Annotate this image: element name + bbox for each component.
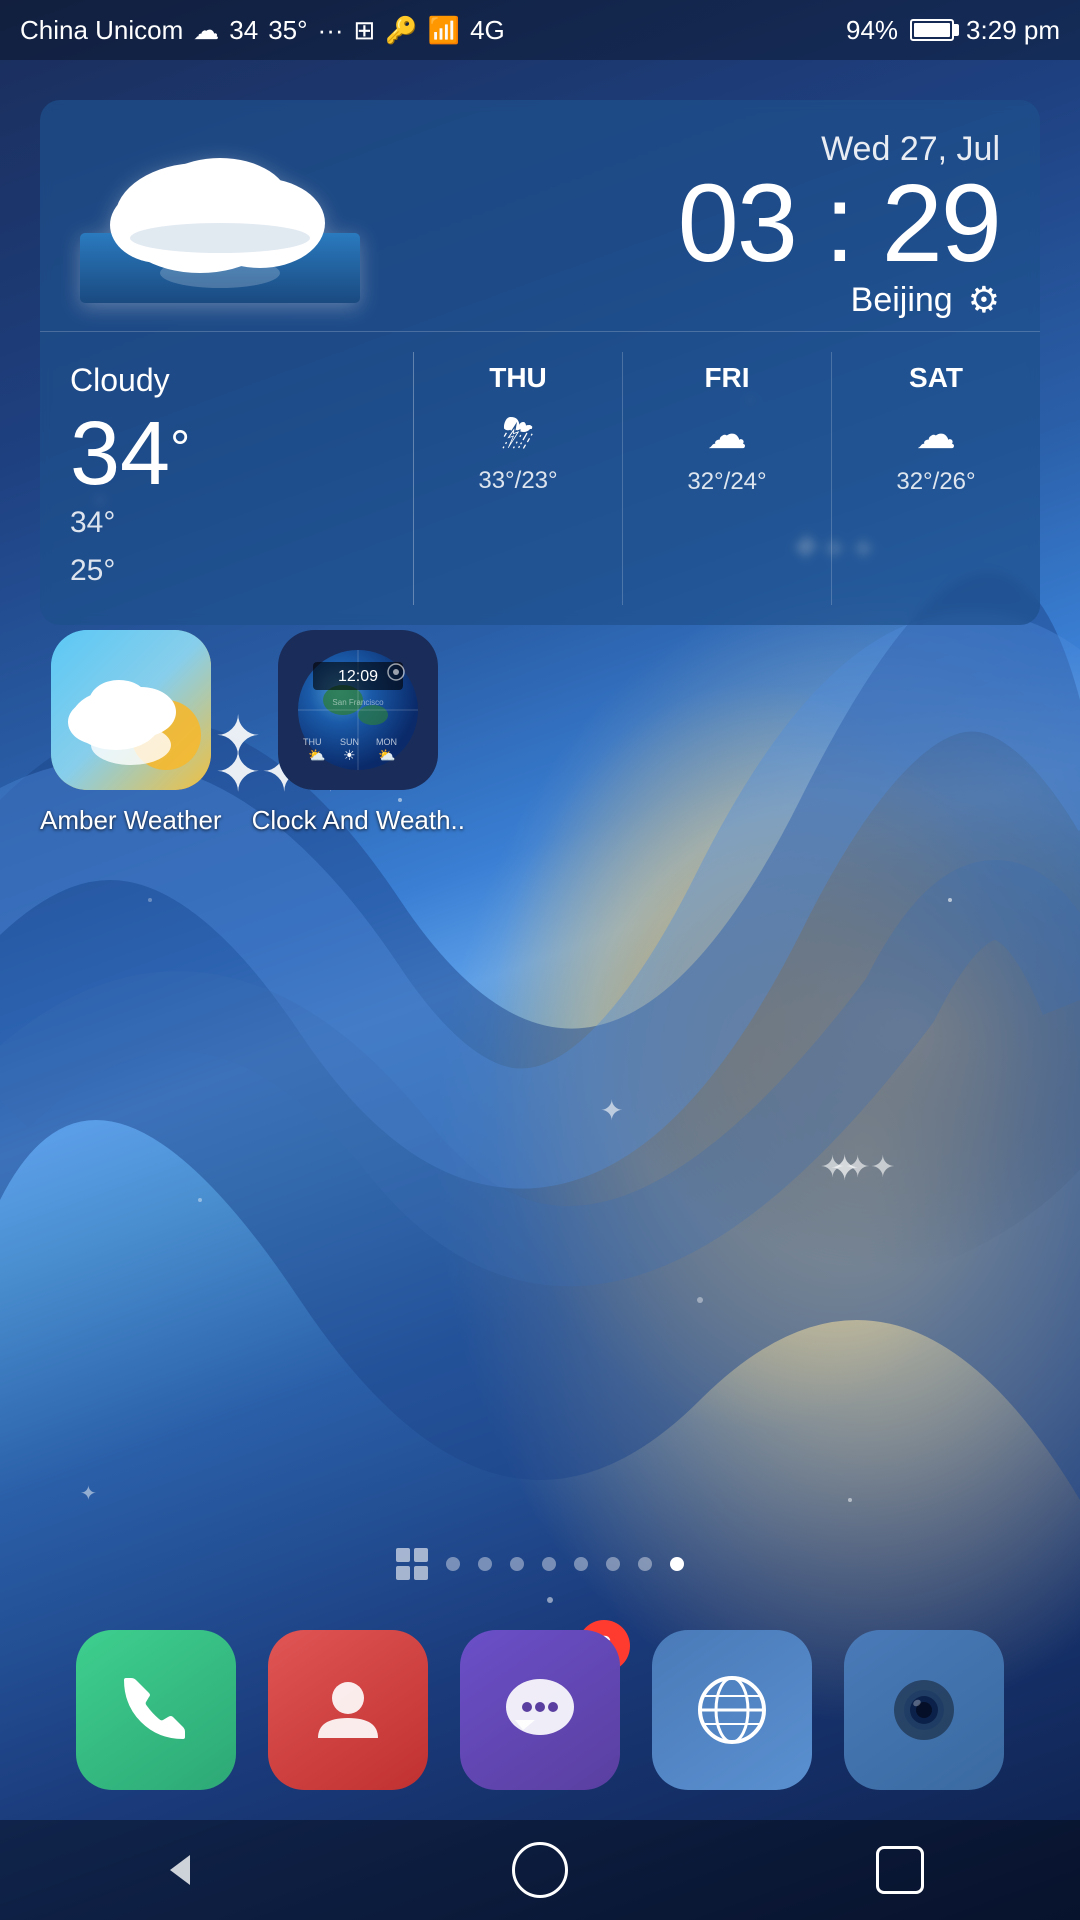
dock-app-phone[interactable] — [76, 1630, 236, 1790]
weather-widget[interactable]: Wed 27, Jul 03 : 29 Beijing ⚙ Cloudy 34 … — [40, 100, 1040, 625]
grid-cell-1 — [396, 1548, 410, 1562]
clock-weather-label: Clock And Weath.. — [252, 805, 465, 836]
signal-4g: 4G — [470, 15, 505, 46]
page-dot-4[interactable] — [542, 1557, 556, 1571]
svg-text:THU: THU — [303, 737, 322, 747]
svg-text:✦: ✦ — [600, 1095, 623, 1126]
battery-percent: 94% — [846, 15, 898, 46]
camera-icon — [844, 1630, 1004, 1790]
thu-label: THU — [489, 362, 547, 394]
thu-temps: 33°/23° — [478, 467, 557, 495]
carrier-name: China Unicom — [20, 15, 183, 46]
settings-gear-icon[interactable]: ⚙ — [968, 279, 1000, 321]
current-weather: Cloudy 34 ° 34° 25° — [40, 352, 414, 605]
location-name: Beijing — [851, 281, 953, 320]
current-temp: 34 — [70, 409, 170, 499]
nav-recent-button[interactable] — [860, 1840, 940, 1900]
weather-status-icon: ☁ — [193, 15, 219, 46]
status-bar: China Unicom ☁ 34 35° ··· ⊞ 🔑 📶 4G 94% 3… — [0, 0, 1080, 60]
temp-low: 25° — [70, 547, 383, 595]
page-dot-2[interactable] — [478, 1557, 492, 1571]
clock-time: 3:29 pm — [966, 15, 1060, 46]
dock-app-contacts[interactable] — [268, 1630, 428, 1790]
nav-home-circle — [512, 1842, 568, 1898]
fri-icon: ☁ — [707, 412, 747, 458]
dock: 6 — [0, 1600, 1080, 1820]
temp-display: 34 ° — [70, 409, 383, 499]
svg-text:☀: ☀ — [343, 747, 356, 763]
nav-home-button[interactable] — [500, 1840, 580, 1900]
widget-bottom: Cloudy 34 ° 34° 25° THU ⛈ 33°/23° FRI ☁ … — [40, 331, 1040, 625]
fri-temps: 32°/24° — [687, 468, 766, 496]
phone-icon — [76, 1630, 236, 1790]
svg-text:⛅: ⛅ — [378, 747, 395, 763]
grid-cell-3 — [396, 1566, 410, 1580]
forecast-sat: SAT ☁ 32°/26° — [832, 352, 1040, 605]
apps-grid: Amber Weather — [40, 630, 465, 836]
status-dots: ··· — [318, 15, 344, 46]
page-dot-5[interactable] — [574, 1557, 588, 1571]
page-grid-indicator[interactable] — [396, 1548, 428, 1580]
widget-top: Wed 27, Jul 03 : 29 Beijing ⚙ — [40, 100, 1040, 331]
location-row: Beijing ⚙ — [678, 279, 1000, 321]
dock-app-browser[interactable] — [652, 1630, 812, 1790]
temp-high: 34° — [70, 499, 383, 547]
amber-weather-label: Amber Weather — [40, 805, 222, 836]
page-dot-6[interactable] — [606, 1557, 620, 1571]
cloud-illustration — [80, 143, 360, 308]
page-dot-1[interactable] — [446, 1557, 460, 1571]
rotate-icon: ⊞ — [354, 15, 376, 46]
grid-cell-2 — [414, 1548, 428, 1562]
temp-degree-symbol: ° — [170, 419, 190, 477]
sat-label: SAT — [909, 362, 963, 394]
key-icon: 🔑 — [385, 15, 417, 46]
app-clock-weather[interactable]: 12:09 ⛅ ☀ ⛅ THU SUN MON San Francisco C — [252, 630, 465, 836]
nav-back-button[interactable] — [140, 1840, 220, 1900]
svg-text:⛅: ⛅ — [308, 747, 325, 763]
sparkle-3: ✦ — [820, 1150, 895, 1185]
temp-range: 34° 25° — [70, 499, 383, 595]
forecast-fri: FRI ☁ 32°/24° — [623, 352, 832, 605]
dock-app-messages[interactable]: 6 — [460, 1630, 620, 1790]
clock-weather-icon: 12:09 ⛅ ☀ ⛅ THU SUN MON San Francisco — [278, 630, 438, 790]
widget-time: 03 : 29 — [678, 169, 1000, 279]
thu-icon: ⛈ — [502, 412, 534, 457]
messages-icon — [460, 1630, 620, 1790]
status-right: 94% 3:29 pm — [846, 15, 1060, 46]
contacts-icon — [268, 1630, 428, 1790]
status-high: 35° — [268, 15, 307, 46]
forecast-days: THU ⛈ 33°/23° FRI ☁ 32°/24° SAT ☁ 32°/26… — [414, 352, 1040, 605]
page-indicators — [0, 1548, 1080, 1580]
page-dot-7[interactable] — [638, 1557, 652, 1571]
sat-temps: 32°/26° — [896, 468, 975, 496]
amber-weather-icon-wrapper — [51, 630, 211, 790]
clock-weather-icon-wrapper: 12:09 ⛅ ☀ ⛅ THU SUN MON San Francisco — [278, 630, 438, 790]
nav-bar — [0, 1820, 1080, 1920]
widget-date: Wed 27, Jul — [678, 130, 1000, 169]
svg-text:San Francisco: San Francisco — [333, 698, 385, 707]
app-amber-weather[interactable]: Amber Weather — [40, 630, 222, 836]
sat-icon: ☁ — [916, 412, 956, 458]
battery-body — [910, 19, 954, 41]
nav-recent-square — [876, 1846, 924, 1894]
page-dot-8-active[interactable] — [670, 1557, 684, 1571]
battery-fill — [914, 23, 950, 37]
amber-icon — [51, 630, 211, 790]
page-dot-3[interactable] — [510, 1557, 524, 1571]
svg-text:MON: MON — [376, 737, 397, 747]
svg-text:✦: ✦ — [80, 1483, 97, 1505]
status-temp: 34 — [229, 15, 258, 46]
datetime-area: Wed 27, Jul 03 : 29 Beijing ⚙ — [678, 130, 1000, 321]
browser-icon — [652, 1630, 812, 1790]
wifi-icon: 📶 — [428, 15, 460, 46]
forecast-thu: THU ⛈ 33°/23° — [414, 352, 623, 605]
battery-icon — [910, 19, 954, 41]
svg-text:SUN: SUN — [340, 737, 359, 747]
fri-label: FRI — [704, 362, 749, 394]
grid-cell-4 — [414, 1566, 428, 1580]
status-left: China Unicom ☁ 34 35° ··· ⊞ 🔑 📶 4G — [20, 15, 505, 46]
svg-text:12:09: 12:09 — [338, 668, 378, 685]
dock-app-camera[interactable] — [844, 1630, 1004, 1790]
condition-text: Cloudy — [70, 362, 383, 399]
